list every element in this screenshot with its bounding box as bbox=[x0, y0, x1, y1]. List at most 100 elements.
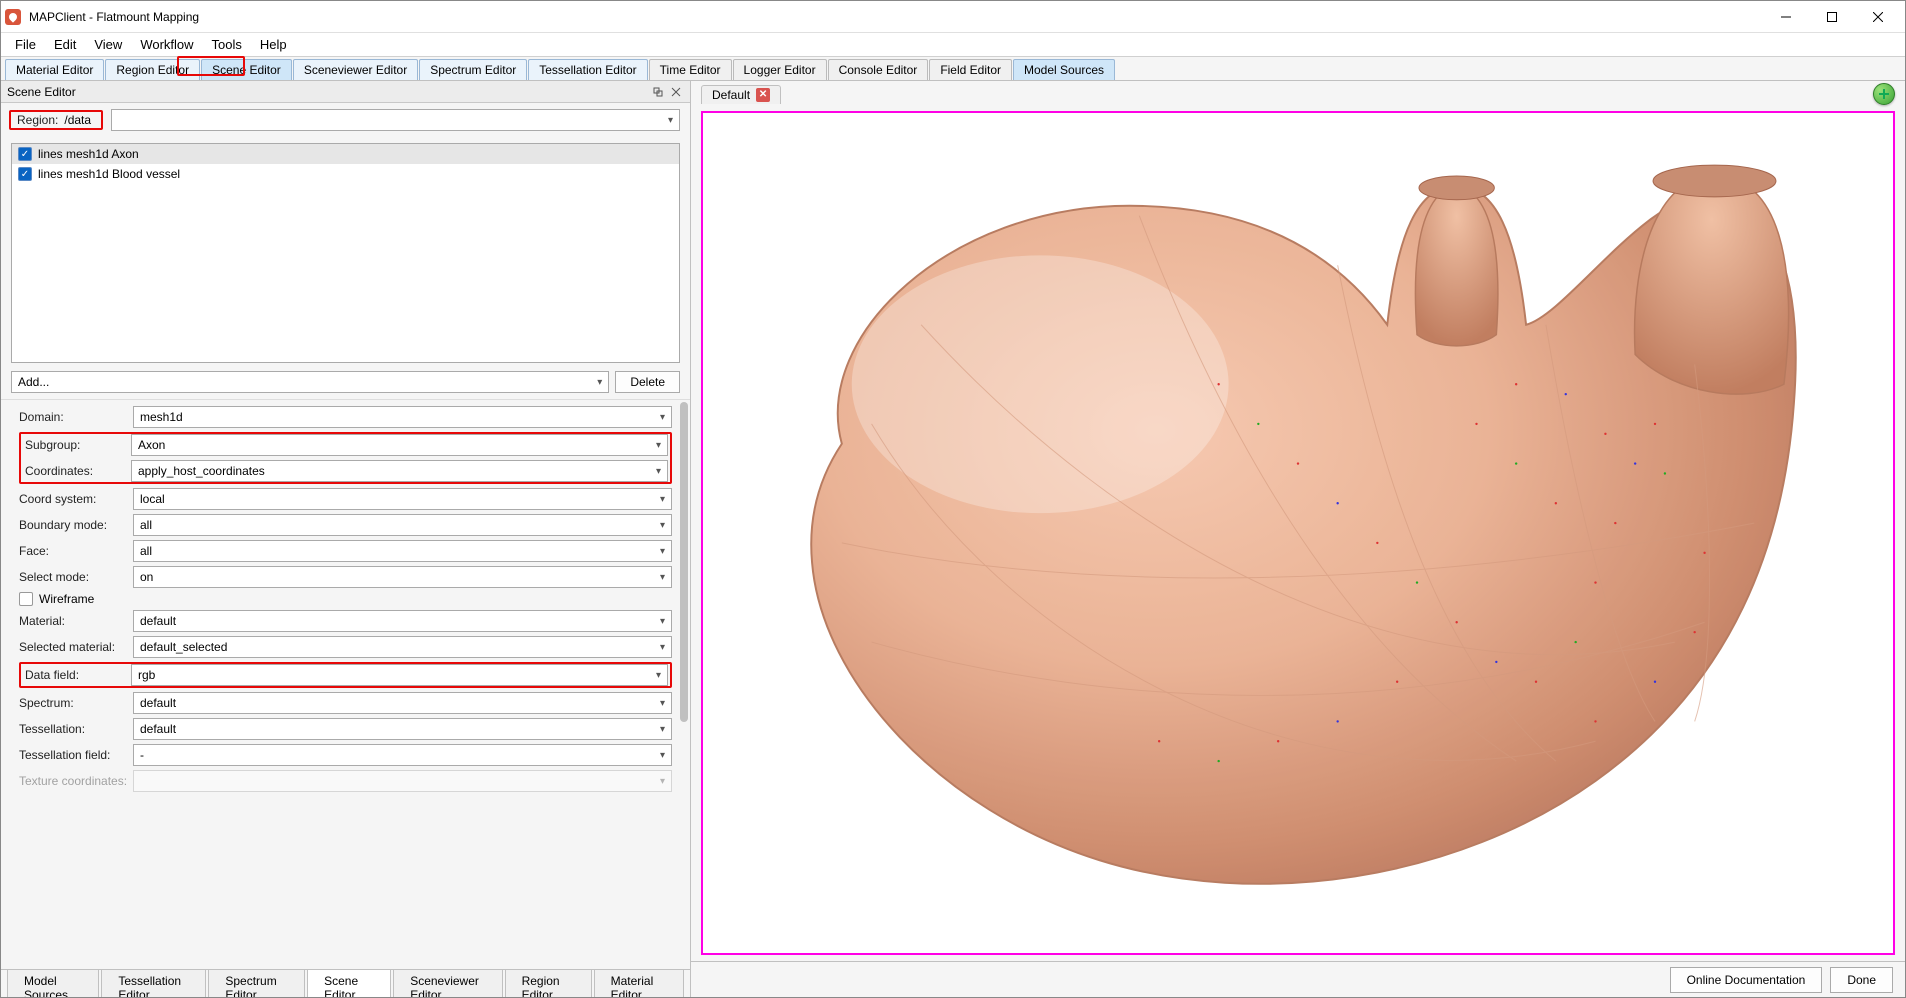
face-label: Face: bbox=[19, 544, 129, 558]
selected-material-combo[interactable]: default_selected▾ bbox=[133, 636, 672, 658]
float-icon bbox=[653, 87, 663, 97]
close-button[interactable] bbox=[1855, 1, 1901, 33]
graphics-item-label: lines mesh1d Blood vessel bbox=[38, 167, 180, 181]
material-label: Material: bbox=[19, 614, 129, 628]
spectrum-combo[interactable]: default▾ bbox=[133, 692, 672, 714]
window-title: MAPClient - Flatmount Mapping bbox=[29, 10, 199, 24]
texture-coordinates-combo[interactable]: ▾ bbox=[133, 770, 672, 792]
coord-system-combo[interactable]: local▾ bbox=[133, 488, 672, 510]
viewport-panel: Default ✕ bbox=[691, 81, 1905, 997]
minimize-button[interactable] bbox=[1763, 1, 1809, 33]
tab-material-editor[interactable]: Material Editor bbox=[5, 59, 104, 80]
menu-file[interactable]: File bbox=[7, 35, 44, 54]
btab-region-editor[interactable]: Region Editor bbox=[505, 970, 592, 997]
menu-workflow[interactable]: Workflow bbox=[132, 35, 201, 54]
tab-sceneviewer-editor[interactable]: Sceneviewer Editor bbox=[293, 59, 418, 80]
viewport[interactable] bbox=[701, 111, 1895, 955]
btab-sceneviewer-editor[interactable]: Sceneviewer Editor bbox=[393, 970, 502, 997]
btab-scene-editor[interactable]: Scene Editor bbox=[307, 970, 391, 997]
top-tabstrip: Material Editor Region Editor Scene Edit… bbox=[1, 57, 1905, 81]
tessellation-combo[interactable]: default▾ bbox=[133, 718, 672, 740]
graphics-item-checkbox[interactable]: ✓ bbox=[18, 167, 32, 181]
region-combo[interactable]: ▾ bbox=[111, 109, 680, 131]
btab-material-editor[interactable]: Material Editor bbox=[594, 970, 684, 997]
viewport-tab-label: Default bbox=[712, 88, 750, 102]
menu-tools[interactable]: Tools bbox=[204, 35, 250, 54]
highlight-region-field: Region: /data bbox=[9, 110, 103, 130]
graphics-item-blood-vessel[interactable]: ✓ lines mesh1d Blood vessel bbox=[12, 164, 679, 184]
chevron-down-icon: ▾ bbox=[660, 616, 665, 627]
chevron-down-icon: ▾ bbox=[660, 572, 665, 583]
tab-field-editor[interactable]: Field Editor bbox=[929, 59, 1012, 80]
graphics-properties: Domain: mesh1d▾ Subgroup: Axon▾ Coordina… bbox=[1, 400, 690, 798]
bottom-tabstrip: Model Sources Tessellation Editor Spectr… bbox=[1, 969, 690, 997]
tab-spectrum-editor[interactable]: Spectrum Editor bbox=[419, 59, 527, 80]
chevron-down-icon: ▾ bbox=[656, 440, 661, 451]
online-documentation-button[interactable]: Online Documentation bbox=[1670, 967, 1823, 993]
boundary-mode-label: Boundary mode: bbox=[19, 518, 129, 532]
menu-edit[interactable]: Edit bbox=[46, 35, 84, 54]
selected-material-label: Selected material: bbox=[19, 640, 129, 654]
panel-float-button[interactable] bbox=[650, 84, 666, 100]
viewport-tab-close-icon[interactable]: ✕ bbox=[756, 88, 770, 102]
chevron-down-icon: ▾ bbox=[660, 412, 665, 423]
data-field-combo[interactable]: rgb▾ bbox=[131, 664, 668, 686]
material-combo[interactable]: default▾ bbox=[133, 610, 672, 632]
coord-system-label: Coord system: bbox=[19, 492, 129, 506]
data-field-label: Data field: bbox=[21, 668, 131, 682]
coordinates-combo[interactable]: apply_host_coordinates▾ bbox=[131, 460, 668, 482]
chevron-down-icon: ▾ bbox=[660, 698, 665, 709]
wireframe-label: Wireframe bbox=[39, 592, 94, 606]
tessellation-field-label: Tessellation field: bbox=[19, 748, 129, 762]
graphics-list[interactable]: ✓ lines mesh1d Axon ✓ lines mesh1d Blood… bbox=[11, 143, 680, 363]
done-button[interactable]: Done bbox=[1830, 967, 1893, 993]
domain-label: Domain: bbox=[19, 410, 129, 424]
tab-console-editor[interactable]: Console Editor bbox=[828, 59, 929, 80]
viewport-tab-default[interactable]: Default ✕ bbox=[701, 85, 781, 104]
select-mode-combo[interactable]: on▾ bbox=[133, 566, 672, 588]
panel-close-button[interactable] bbox=[668, 84, 684, 100]
chevron-down-icon: ▾ bbox=[660, 724, 665, 735]
region-label: Region: bbox=[17, 113, 58, 127]
graphics-item-axon[interactable]: ✓ lines mesh1d Axon bbox=[12, 144, 679, 164]
select-mode-label: Select mode: bbox=[19, 570, 129, 584]
menu-view[interactable]: View bbox=[86, 35, 130, 54]
tab-model-sources[interactable]: Model Sources bbox=[1013, 59, 1115, 80]
btab-model-sources[interactable]: Model Sources bbox=[7, 970, 99, 997]
highlight-subgroup-coords: Subgroup: Axon▾ Coordinates: apply_host_… bbox=[19, 432, 672, 484]
highlight-data-field: Data field: rgb▾ bbox=[19, 662, 672, 688]
wireframe-checkbox[interactable]: ✓ bbox=[19, 592, 33, 606]
region-value: /data bbox=[64, 113, 91, 127]
tab-time-editor[interactable]: Time Editor bbox=[649, 59, 732, 80]
domain-combo[interactable]: mesh1d▾ bbox=[133, 406, 672, 428]
add-graphics-combo[interactable]: Add... ▾ bbox=[11, 371, 609, 393]
chevron-down-icon: ▾ bbox=[656, 466, 661, 477]
btab-spectrum-editor[interactable]: Spectrum Editor bbox=[208, 970, 305, 997]
chevron-down-icon: ▾ bbox=[660, 750, 665, 761]
maximize-button[interactable] bbox=[1809, 1, 1855, 33]
tessellation-label: Tessellation: bbox=[19, 722, 129, 736]
menu-help[interactable]: Help bbox=[252, 35, 295, 54]
add-graphics-placeholder: Add... bbox=[18, 375, 49, 389]
delete-button[interactable]: Delete bbox=[615, 371, 680, 393]
tessellation-field-combo[interactable]: -▾ bbox=[133, 744, 672, 766]
tab-scene-editor[interactable]: Scene Editor bbox=[201, 59, 292, 80]
scene-editor-panel: Scene Editor Region: /data ▾ ✓ lines mes… bbox=[1, 81, 691, 997]
subgroup-combo[interactable]: Axon▾ bbox=[131, 434, 668, 456]
footer: Online Documentation Done bbox=[691, 961, 1905, 997]
properties-scrollbar[interactable] bbox=[680, 402, 688, 722]
chevron-down-icon: ▾ bbox=[656, 670, 661, 681]
chevron-down-icon: ▾ bbox=[660, 520, 665, 531]
add-viewport-button[interactable] bbox=[1873, 83, 1895, 105]
window-controls bbox=[1763, 1, 1901, 33]
face-combo[interactable]: all▾ bbox=[133, 540, 672, 562]
btab-tessellation-editor[interactable]: Tessellation Editor bbox=[101, 970, 206, 997]
graphics-item-checkbox[interactable]: ✓ bbox=[18, 147, 32, 161]
tab-region-editor[interactable]: Region Editor bbox=[105, 59, 200, 80]
boundary-mode-combo[interactable]: all▾ bbox=[133, 514, 672, 536]
close-icon bbox=[671, 87, 681, 97]
tab-logger-editor[interactable]: Logger Editor bbox=[733, 59, 827, 80]
coordinates-label: Coordinates: bbox=[21, 464, 131, 478]
tab-tessellation-editor[interactable]: Tessellation Editor bbox=[528, 59, 647, 80]
anatomy-render bbox=[703, 113, 1893, 953]
